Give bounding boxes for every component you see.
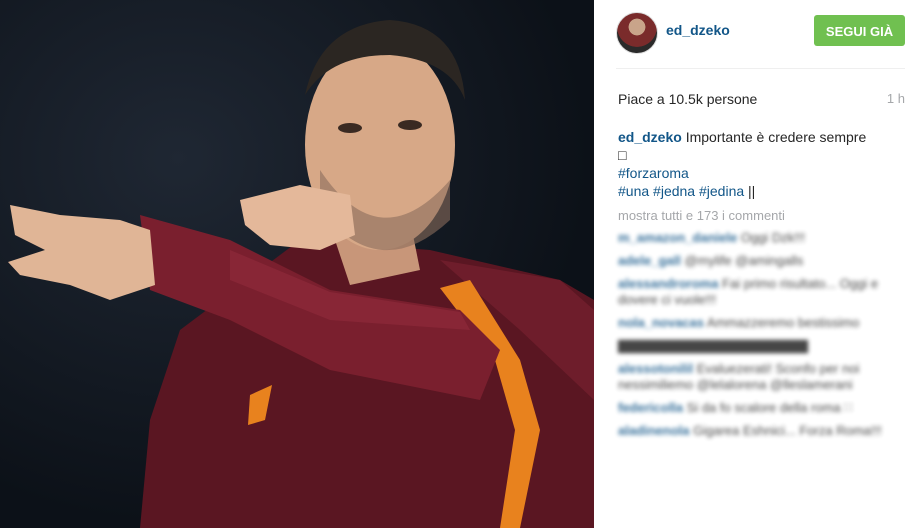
username-link[interactable]: ed_dzeko <box>666 22 730 38</box>
comments-list: m_amazon_daniele Oggi Dzk!!! adele_gall … <box>618 230 888 446</box>
caption-emoji: □ <box>618 147 627 163</box>
avatar[interactable] <box>616 12 658 54</box>
comment-item: alessandroroma Fai primo risultato... Og… <box>618 276 879 307</box>
comment-item: ▇▇▇▇▇▇▇▇▇▇▇▇▇▇▇▇▇▇▇ <box>618 338 808 353</box>
post-sidebar: ed_dzeko SEGUI GIÀ Piace a 10.5k persone… <box>594 0 914 528</box>
comment-item: alessotonilil Evaluezerati! Sconfo per n… <box>618 361 860 392</box>
post-photo[interactable] <box>0 0 594 528</box>
hashtag-jedina[interactable]: #jedina <box>699 183 744 199</box>
likes-count[interactable]: Piace a 10.5k persone <box>618 91 757 107</box>
comment-item: m_amazon_daniele Oggi Dzk!!! <box>618 230 806 245</box>
post-time[interactable]: 1 h <box>887 91 905 106</box>
comment-item: federicolla Si da fo scalore della roma … <box>618 400 853 415</box>
hashtag-forzaroma[interactable]: #forzaroma <box>618 165 689 181</box>
comment-item: aladinenola Gigarea Eshnici... Forza Rom… <box>618 423 882 438</box>
player-image <box>8 20 594 528</box>
hashtag-jedna[interactable]: #jedna <box>653 183 695 199</box>
post-header: ed_dzeko SEGUI GIÀ <box>594 0 914 68</box>
caption-tail: || <box>748 183 756 199</box>
comment-item: adele_gall @mylife @amingalls <box>618 253 804 268</box>
hashtag-una[interactable]: #una <box>618 183 649 199</box>
show-all-comments-link[interactable]: mostra tutti e 173 i commenti <box>618 208 785 223</box>
following-button[interactable]: SEGUI GIÀ <box>814 15 905 46</box>
divider <box>616 68 905 69</box>
caption: ed_dzeko Importante è credere sempre □ #… <box>618 128 888 200</box>
caption-username[interactable]: ed_dzeko <box>618 129 682 145</box>
comment-item: nola_novacas Ammazzeremo bestissimo <box>618 315 860 330</box>
caption-text: Importante è credere sempre <box>685 129 867 145</box>
